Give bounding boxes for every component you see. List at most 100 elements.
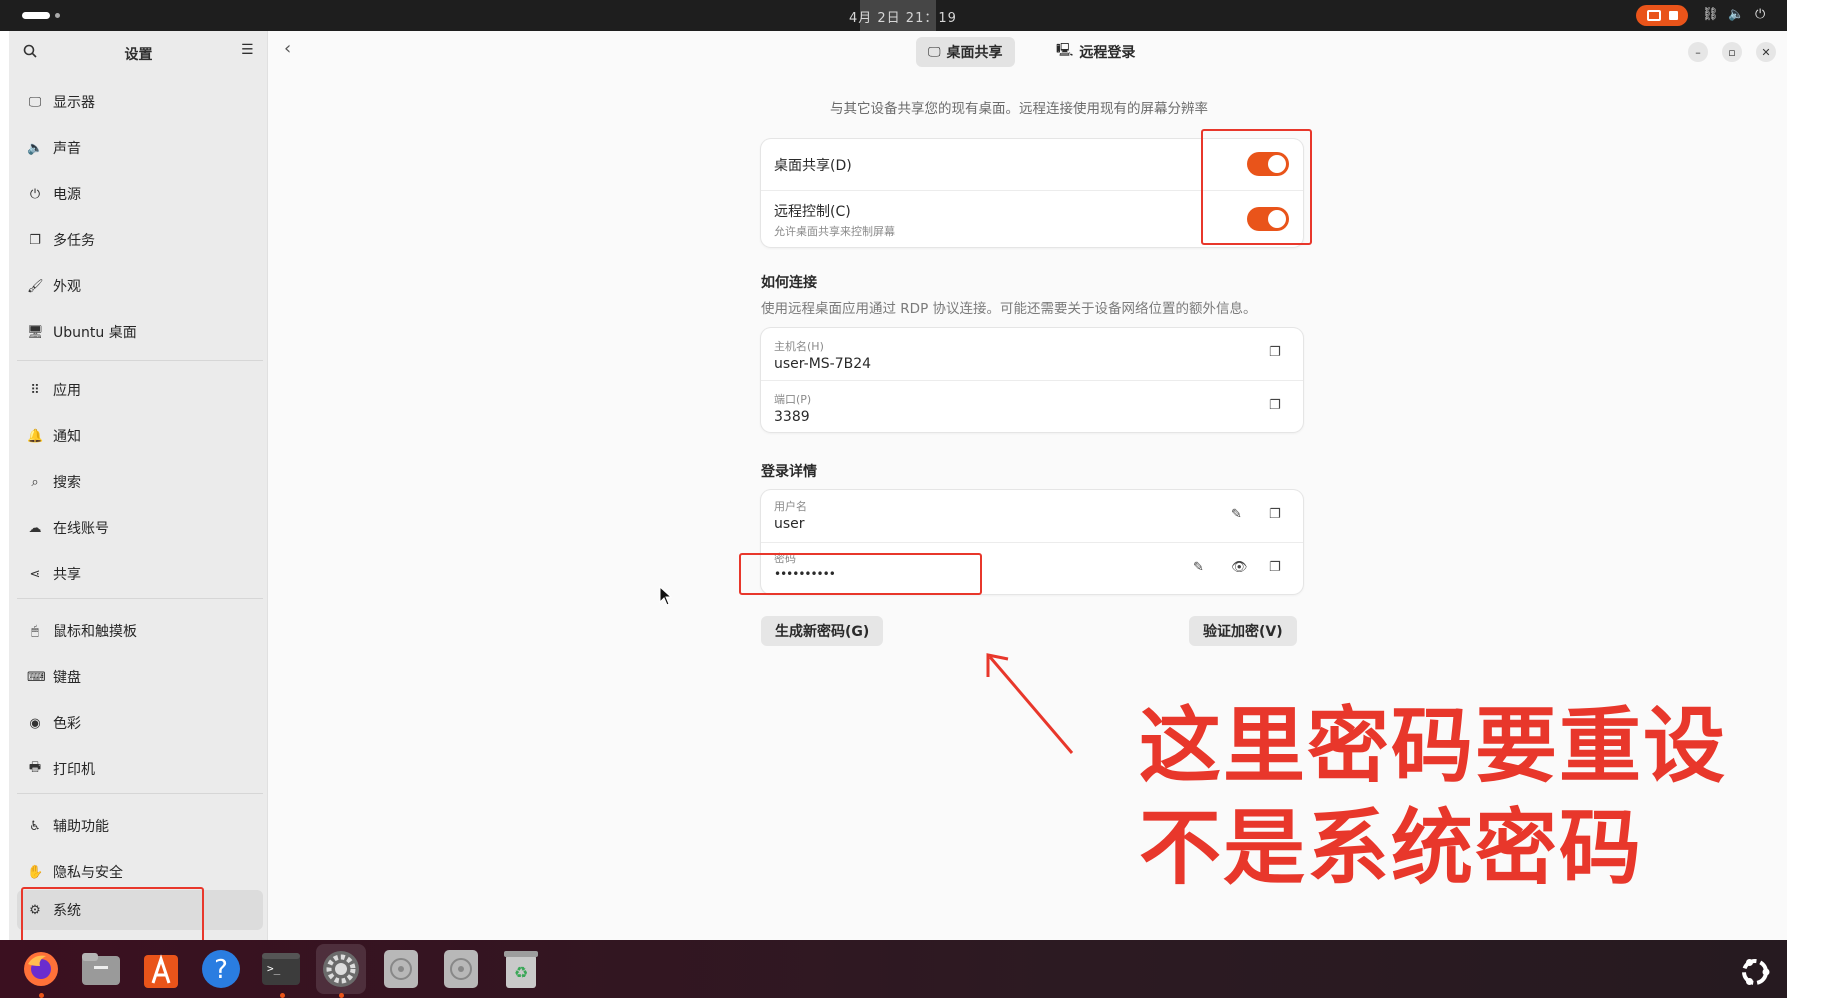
sidebar-item-sound[interactable]: 🔈 声音 [9,128,264,168]
sidebar-item-label: 共享 [53,567,81,583]
disk-icon[interactable] [379,947,423,991]
edit-icon[interactable]: ✎ [1193,560,1204,575]
desktop-share-icon: 🖵 [928,44,941,60]
mouse-cursor [659,586,673,606]
activities-indicator[interactable] [22,12,60,19]
ubuntu-logo-icon[interactable] [1737,954,1773,990]
copy-icon[interactable]: ❐ [1269,398,1281,413]
sidebar-item-color[interactable]: ◉ 色彩 [9,703,264,743]
tab-remote-login[interactable]: 🖳 远程登录 [1044,37,1147,67]
sidebar-item-notifications[interactable]: 🔔 通知 [9,416,264,456]
sidebar-item-power[interactable]: ⏻ 电源 [9,174,264,214]
sidebar-item-ubuntu-desktop[interactable]: 🖥 Ubuntu 桌面 [9,312,264,352]
accessibility-icon: ♿ [29,818,41,834]
annotation-box-toggles [1201,129,1312,245]
app-center-icon[interactable] [139,947,183,991]
sidebar-item-label: 显示器 [53,95,95,111]
workspace-pill [22,12,50,19]
help-icon[interactable]: ? [199,947,243,991]
desktop-sharing-label: 桌面共享(D) [774,158,852,174]
copy-icon[interactable]: ❐ [1269,345,1281,360]
verify-encryption-button[interactable]: 验证加密(V) [1189,616,1297,646]
appearance-icon: 🖌 [27,278,44,294]
sidebar-item-label: Ubuntu 桌面 [53,325,137,341]
sidebar-item-label: 在线账号 [53,521,109,537]
multitask-icon: ❐ [29,232,41,248]
svg-text:♻: ♻ [514,963,528,982]
hostname-value: user-MS-7B24 [774,356,872,372]
sidebar-item-online-accounts[interactable]: ☁ 在线账号 [9,508,264,548]
minimize-button[interactable]: – [1688,42,1708,62]
port-value: 3389 [774,409,810,425]
eye-icon[interactable]: 👁 [1231,560,1248,575]
edit-icon[interactable]: ✎ [1231,507,1242,522]
sidebar-item-appearance[interactable]: 🖌 外观 [9,266,264,306]
copy-icon[interactable]: ❐ [1269,560,1281,575]
sidebar-item-printers[interactable]: 🖶 打印机 [9,749,264,789]
sidebar-item-label: 辅助功能 [53,819,109,835]
sidebar-item-search[interactable]: ⌕ 搜索 [9,462,264,502]
how-to-connect-desc: 使用远程桌面应用通过 RDP 协议连接。可能还需要关于设备网络位置的额外信息。 [761,301,1257,317]
svg-text:>_: >_ [267,962,281,975]
copy-icon[interactable]: ❐ [1269,507,1281,522]
bell-icon: 🔔 [27,428,44,444]
sidebar-item-label: 通知 [53,429,81,445]
trash-icon[interactable]: ♻ [499,947,543,991]
cloud-icon: ☁ [28,520,42,536]
back-button[interactable]: ‹ [284,38,291,59]
firefox-icon[interactable] [19,947,63,991]
hand-icon: ✋ [27,864,44,880]
hamburger-menu-icon[interactable]: ☰ [241,42,254,58]
username-label: 用户名 [774,500,807,513]
settings-window: 设置 ☰ 🖵 显示器 🔈 声音 ⏻ 电源 ❐ 多任务 🖌 外观 🖥 Ubuntu 桌面 ⠿ 应… [9,31,1787,944]
screen-recording-indicator[interactable] [1636,5,1688,26]
sidebar-item-privacy-security[interactable]: ✋ 隐私与安全 [9,852,264,892]
username-row: 用户名 user ✎ ❐ [761,490,1303,542]
disk-icon[interactable] [439,947,483,991]
tab-label: 桌面共享 [946,45,1003,61]
sidebar-separator [17,793,263,794]
sidebar-item-mouse-touchpad[interactable]: 🖱 鼠标和触摸板 [9,611,264,651]
sidebar-item-apps[interactable]: ⠿ 应用 [9,370,264,410]
connection-info-card: 主机名(H) user-MS-7B24 ❐ 端口(P) 3389 ❐ [761,328,1303,432]
remote-control-sublabel: 允许桌面共享来控制屏幕 [774,225,895,238]
running-indicator [39,993,44,998]
color-icon: ◉ [29,715,41,731]
network-icon[interactable]: ⛓ [1702,7,1719,22]
terminal-icon[interactable]: >_ [259,947,303,991]
sidebar-item-display[interactable]: 🖵 显示器 [9,82,264,122]
sidebar-item-label: 打印机 [53,762,95,778]
sidebar-item-label: 搜索 [53,475,81,491]
dock: ? >_ ♻ [0,940,1787,998]
sidebar-item-label: 隐私与安全 [53,865,123,881]
share-icon: ⋖ [29,566,41,582]
how-to-connect-title: 如何连接 [761,275,817,291]
clock[interactable]: 4月 2日 21：19 [849,7,957,26]
sidebar-item-accessibility[interactable]: ♿ 辅助功能 [9,806,264,846]
workspace-dot [55,13,60,18]
sidebar-item-sharing[interactable]: ⋖ 共享 [9,554,264,594]
generate-password-button[interactable]: 生成新密码(G) [761,616,884,646]
close-button[interactable]: ✕ [1756,42,1776,62]
power-menu-icon[interactable]: ⏻ [1755,7,1765,22]
sidebar-item-keyboard[interactable]: ⌨ 键盘 [9,657,264,697]
page-subtitle: 与其它设备共享您的现有桌面。远程连接使用现有的屏幕分辨率 [830,101,1208,117]
maximize-button[interactable]: ▫ [1722,42,1742,62]
settings-app-icon[interactable] [316,944,366,994]
remote-login-icon: 🖳 [1056,43,1074,58]
remote-control-label: 远程控制(C) [774,204,851,220]
sidebar-title: 设置 [124,47,153,63]
tab-label: 远程登录 [1079,45,1136,61]
sidebar-separator [17,360,263,361]
svg-text:?: ? [214,955,228,985]
files-icon[interactable] [79,947,123,991]
running-indicator [280,993,285,998]
apps-icon: ⠿ [30,382,40,398]
power-icon: ⏻ [29,186,41,202]
ubuntu-desktop-icon: 🖥 [27,324,44,340]
tab-desktop-sharing[interactable]: 🖵 桌面共享 [916,37,1015,67]
sidebar-item-label: 鼠标和触摸板 [53,624,137,640]
annotation-text-line2: 不是系统密码 [1139,801,1644,896]
sidebar-item-multitasking[interactable]: ❐ 多任务 [9,220,264,260]
volume-icon[interactable]: 🔈 [1728,7,1744,22]
